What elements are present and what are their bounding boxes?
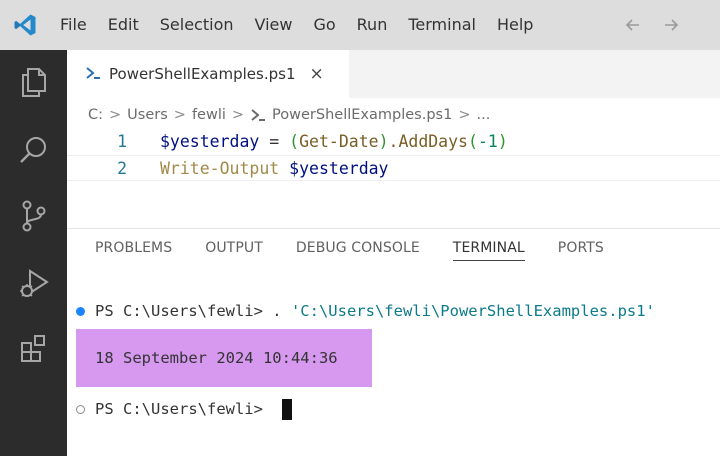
code-token: $yesterday: [160, 131, 260, 151]
breadcrumb-user[interactable]: fewli: [192, 107, 226, 123]
powershell-file-icon: [85, 65, 101, 84]
breadcrumb-file[interactable]: PowerShellExamples.ps1: [272, 107, 452, 123]
command-pending-dot-icon: [76, 404, 85, 414]
tab-powershellexamples[interactable]: PowerShellExamples.ps1 ×: [67, 50, 349, 98]
code-token: Get-Date: [299, 131, 379, 151]
menu-edit[interactable]: Edit: [108, 0, 139, 50]
code-token: ): [378, 131, 389, 151]
line-number: 2: [117, 158, 127, 178]
code-token: $yesterday: [289, 158, 389, 178]
source-control-icon[interactable]: [0, 191, 67, 241]
panel-divider: [67, 228, 720, 229]
breadcrumb-users[interactable]: Users: [127, 107, 168, 123]
extensions-icon[interactable]: [0, 324, 67, 374]
terminal-script-path: 'C:\Users\fewli\PowerShellExamples.ps1': [290, 302, 655, 320]
menu-view[interactable]: View: [255, 0, 293, 50]
breadcrumb-drive[interactable]: C:: [88, 107, 103, 123]
search-icon[interactable]: [0, 125, 67, 175]
breadcrumb-separator: >: [231, 107, 245, 123]
code-token: Write-Output: [160, 158, 280, 178]
line-content: $yesterday = (Get-Date).AddDays(-1): [160, 132, 508, 151]
menu-run[interactable]: Run: [357, 0, 388, 50]
menu-file[interactable]: File: [60, 0, 87, 50]
menu-bar: File Edit Selection View Go Run Terminal…: [50, 0, 554, 50]
terminal-cursor: [282, 398, 293, 420]
terminal-prompt: PS C:\Users\fewli>: [95, 400, 273, 418]
tab-ports[interactable]: PORTS: [558, 240, 604, 260]
breadcrumb-separator: >: [173, 107, 186, 123]
activity-bar: [0, 50, 67, 456]
code-token: .AddDays: [388, 131, 468, 151]
explorer-icon[interactable]: [0, 57, 67, 107]
code-line: 1 $yesterday = (Get-Date).AddDays(-1): [67, 128, 720, 154]
breadcrumb-more[interactable]: ...: [476, 107, 490, 123]
line-content: Write-Output $yesterday: [160, 159, 389, 178]
menu-terminal[interactable]: Terminal: [408, 0, 476, 50]
terminal-output-text: 18 September 2024 10:44:36: [95, 349, 338, 367]
breadcrumb: C: > Users > fewli > PowerShellExamples.…: [88, 103, 490, 127]
terminal-prompt: PS C:\Users\fewli> .: [95, 302, 291, 320]
menu-go[interactable]: Go: [313, 0, 335, 50]
code-token: (: [289, 131, 300, 151]
powershell-file-icon: [250, 108, 266, 122]
tab-terminal[interactable]: TERMINAL: [452, 240, 525, 261]
code-token: =: [259, 131, 290, 151]
close-icon[interactable]: ×: [309, 64, 323, 84]
command-success-dot-icon[interactable]: [76, 306, 85, 316]
navigation-arrows: [622, 0, 682, 50]
title-bar: File Edit Selection View Go Run Terminal…: [0, 0, 720, 50]
menu-help[interactable]: Help: [497, 0, 533, 50]
code-editor[interactable]: 1 $yesterday = (Get-Date).AddDays(-1) 2 …: [67, 128, 720, 184]
panel-tabs: PROBLEMS OUTPUT DEBUG CONSOLE TERMINAL P…: [95, 240, 637, 266]
tab-debug-console[interactable]: DEBUG CONSOLE: [296, 240, 420, 260]
terminal-command-line[interactable]: PS C:\Users\fewli> . 'C:\Users\fewli\Pow…: [76, 298, 655, 324]
run-debug-icon[interactable]: [0, 258, 67, 308]
tab-output[interactable]: OUTPUT: [205, 240, 263, 260]
menu-selection[interactable]: Selection: [160, 0, 234, 50]
tab-label: PowerShellExamples.ps1: [109, 65, 296, 83]
terminal-input-line[interactable]: PS C:\Users\fewli>: [76, 396, 293, 422]
code-token: ): [497, 131, 508, 151]
terminal-output-highlight: 18 September 2024 10:44:36: [76, 329, 372, 387]
code-token: -1: [477, 131, 498, 151]
tab-problems[interactable]: PROBLEMS: [95, 240, 172, 260]
vscode-logo-icon: [0, 0, 50, 50]
editor-tab-strip: PowerShellExamples.ps1 ×: [67, 50, 720, 98]
breadcrumb-separator: >: [458, 107, 471, 123]
line-number: 1: [117, 131, 127, 151]
breadcrumb-separator: >: [109, 107, 122, 123]
code-token: (: [468, 131, 478, 151]
back-arrow-icon[interactable]: [622, 14, 644, 36]
code-line-active: 2 Write-Output $yesterday: [67, 155, 720, 181]
forward-arrow-icon[interactable]: [660, 14, 682, 36]
